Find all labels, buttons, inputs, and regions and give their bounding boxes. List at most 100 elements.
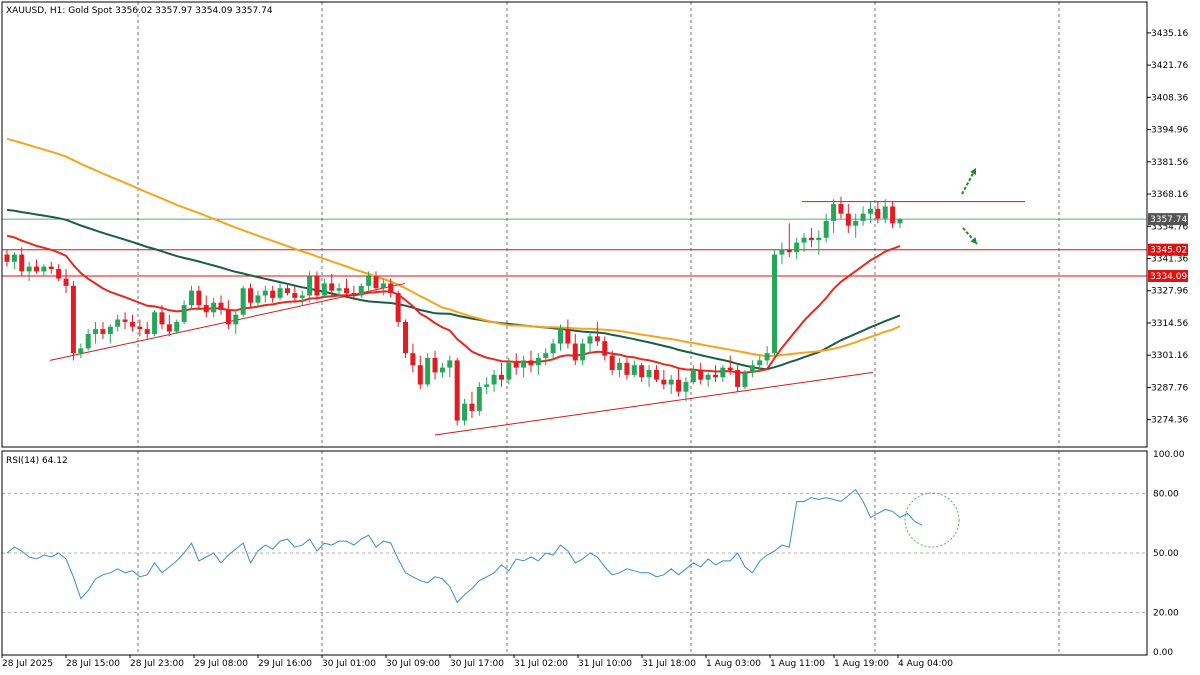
chart-window: 3435.16 3421.76 3408.36 3394.96 3381.56 3368.… [0,0,1200,675]
candle-body [838,204,844,214]
rsi-tick-label: 80.00 [1153,490,1179,500]
candle-body [558,329,563,344]
candle-body [882,206,888,219]
candle-body [284,288,290,294]
candle-body [248,288,254,303]
candle-body [875,208,881,219]
candle-body [48,266,54,269]
candle-body [528,360,534,366]
candle-body [159,312,165,325]
candle-body [255,295,261,303]
level-label: 3345.02 [1150,246,1187,256]
candle-body [403,321,409,354]
candle-body [425,358,431,385]
x-tick-label: 31 Jul 18:00 [642,659,696,669]
candle-body [617,362,623,371]
chart-header: XAUUSD, H1: Gold Spot 3356.02 3357.97 33… [6,6,273,16]
candle-body [388,283,394,294]
ma-orange-line [6,137,901,358]
candle-body [196,290,202,306]
candle-body [225,309,231,325]
candle-body [343,288,349,294]
rsi-header: RSI(14) 64.12 [6,456,68,466]
candle-body [454,360,460,421]
candle-body [506,362,512,380]
candle-body [521,360,527,368]
candle-body [137,326,143,330]
candle-body [786,249,792,253]
candle-body [543,353,549,358]
down-arrow-head [970,237,977,244]
y-tick-label: 3421.76 [1151,61,1188,71]
candle-body [26,266,32,272]
candle-body [240,288,246,315]
x-tick-label: 4 Aug 04:00 [898,659,953,669]
axes: 3435.16 3421.76 3408.36 3394.96 3381.56 3368.… [1,1,1188,669]
candle-body [572,343,578,361]
x-tick-label: 29 Jul 16:00 [258,659,312,669]
chart-canvas[interactable]: 3435.16 3421.76 3408.36 3394.96 3381.56 3368.… [0,0,1200,675]
candle-body [661,379,667,385]
candle-body [550,343,556,354]
candle-body [631,365,637,375]
candle-body [860,213,866,221]
candle-body [867,208,873,214]
candle-body [314,276,320,296]
candle-body [735,370,741,387]
candle-body [19,254,25,272]
candle-body [513,362,519,368]
candle-body [897,219,903,224]
x-tick-label: 31 Jul 10:00 [578,659,632,669]
rsi-tick-label: 20.00 [1153,608,1179,618]
candle-body [609,355,615,371]
candle-body [115,319,121,327]
candle-body [749,365,755,373]
y-tick-label: 3408.36 [1151,93,1188,103]
y-tick-label: 3327.96 [1151,287,1188,297]
candle-body [491,374,497,385]
candle-body [469,403,475,411]
candle-body [535,358,541,366]
candle-body [720,367,726,378]
candle-body [4,254,10,262]
candle-body [189,290,194,306]
x-tick-label: 29 Jul 08:00 [194,659,248,669]
candle-body [174,321,180,332]
candle-body [639,365,645,378]
candle-body [476,386,482,411]
candle-body [845,213,851,226]
candle-body [144,329,150,334]
candle-body [373,276,379,289]
candle-body [602,341,608,356]
candle-body [823,220,829,238]
candle-body [727,367,733,371]
x-tick-label: 1 Aug 03:00 [706,659,761,669]
candle-body [439,367,445,373]
ema-red-line [6,234,901,374]
candle-body [277,288,283,298]
y-tick-label: 3287.76 [1151,383,1188,393]
candle-body [203,305,209,313]
candle-body [565,329,571,344]
candle-body [85,333,91,349]
candle-body [152,312,158,334]
candle-body [307,276,313,296]
candle-body [233,314,239,325]
x-tick-label: 28 Jul 15:00 [66,659,120,669]
current-price-label: 3357.74 [1150,215,1187,225]
overlays [2,137,1147,436]
candle-body [712,374,718,378]
y-tick-label: 3301.16 [1151,351,1188,361]
candle-body [107,326,113,334]
candle-body [794,242,800,253]
candle-body [366,276,372,286]
candle-body [580,343,586,361]
candle-body [129,321,135,327]
level-label: 3334.09 [1150,272,1187,282]
x-tick-label: 28 Jul 23:00 [130,659,184,669]
rsi-panel [2,488,1147,613]
candle-body [831,204,837,221]
y-tick-label: 3394.96 [1151,126,1188,136]
candle-body [653,370,659,380]
candle-body [816,237,822,241]
